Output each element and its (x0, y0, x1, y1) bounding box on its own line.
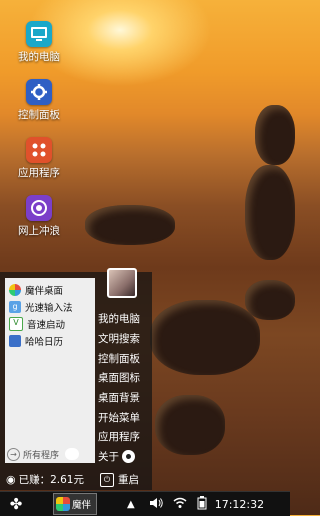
start-menu-system-list: 我的电脑 文明搜索 控制面板 桌面图标 桌面背景 开始菜单 应用程序 关于 (98, 309, 152, 467)
start-button[interactable]: ✤ (5, 493, 27, 515)
start-menu-item-label: 光速输入法 (25, 302, 73, 314)
apps-grid-icon (26, 137, 52, 163)
input-method-icon: g (9, 300, 21, 313)
gear-icon (26, 79, 52, 105)
system-item-desktop-icons[interactable]: 桌面图标 (98, 368, 152, 388)
desktop-icon-web-browser[interactable]: 网上冲浪 (14, 195, 64, 238)
desktop-icon-my-computer[interactable]: 我的电脑 (14, 21, 64, 64)
quick-launch-icon: V (9, 316, 23, 331)
info-icon (122, 450, 135, 464)
start-menu: 魔伴桌面 g 光速输入法 V 音速启动 哈哈日历 → 所有程序 我的电脑 文明搜… (0, 272, 152, 490)
wifi-icon[interactable] (173, 497, 187, 512)
system-item-applications[interactable]: 应用程序 (98, 427, 152, 447)
all-programs-toggle (65, 448, 79, 460)
all-programs-button[interactable]: → 所有程序 (7, 446, 79, 462)
clover-icon: ✤ (9, 495, 23, 513)
calendar-icon (9, 334, 21, 347)
start-menu-item-label: 音速启动 (27, 319, 66, 331)
volume-icon[interactable] (149, 497, 163, 512)
mofeng-icon (9, 283, 21, 296)
battery-icon (197, 495, 207, 513)
start-menu-item-calendar[interactable]: 哈哈日历 (5, 332, 95, 349)
user-avatar[interactable] (107, 268, 137, 298)
chevron-up-icon[interactable]: ▲ (127, 499, 135, 510)
desktop-icon-control-panel[interactable]: 控制面板 (14, 79, 64, 122)
taskbar-clock[interactable]: 17:12:32 (215, 498, 264, 511)
beach-rock (155, 395, 225, 455)
browser-icon (26, 195, 52, 221)
system-item-my-computer[interactable]: 我的电脑 (98, 309, 152, 329)
beach-rock (245, 280, 295, 320)
all-programs-label: 所有程序 (23, 450, 60, 461)
system-item-about[interactable]: 关于 (98, 447, 152, 467)
earnings-text: 已赚：2.61元 (18, 474, 84, 486)
start-menu-item-mofeng-desktop[interactable]: 魔伴桌面 (5, 281, 95, 298)
earnings-display: ◉ 已赚：2.61元 (6, 472, 84, 487)
coin-bag-icon: ◉ (6, 473, 16, 486)
beach-rock (245, 165, 295, 260)
start-menu-item-label: 哈哈日历 (25, 336, 64, 348)
about-label: 关于 (98, 451, 119, 464)
desktop-icon-label: 网上冲浪 (18, 225, 60, 237)
taskbar: ✤ 魔伴 ▲ 17:12:32 (0, 491, 290, 516)
taskbar-item-label: 魔伴 (72, 500, 92, 511)
system-item-desktop-background[interactable]: 桌面背景 (98, 388, 152, 408)
system-item-search[interactable]: 文明搜索 (98, 329, 152, 349)
beach-rock (85, 205, 175, 245)
system-item-control-panel[interactable]: 控制面板 (98, 348, 152, 368)
taskbar-item-mofeng[interactable]: 魔伴 (53, 493, 97, 515)
arrow-right-icon: → (7, 447, 20, 461)
start-menu-item-quick-launch[interactable]: V 音速启动 (5, 315, 95, 332)
start-menu-item-input-method[interactable]: g 光速输入法 (5, 298, 95, 315)
mofeng-icon (56, 497, 70, 511)
start-menu-item-label: 魔伴桌面 (25, 285, 64, 297)
beach-rock (150, 300, 260, 375)
system-item-start-menu[interactable]: 开始菜单 (98, 407, 152, 427)
power-icon: ⏻ (100, 472, 114, 487)
desktop-icon-label: 我的电脑 (18, 51, 60, 63)
restart-label: 重启 (118, 474, 139, 486)
monitor-icon (26, 21, 52, 47)
desktop-icon-label: 应用程序 (18, 167, 60, 179)
restart-button[interactable]: ⏻ 重启 (100, 472, 139, 487)
desktop-icon-applications[interactable]: 应用程序 (14, 137, 64, 180)
desktop-icon-label: 控制面板 (18, 109, 60, 121)
start-menu-app-list: 魔伴桌面 g 光速输入法 V 音速启动 哈哈日历 → 所有程序 (5, 278, 95, 463)
beach-rock (255, 105, 295, 165)
